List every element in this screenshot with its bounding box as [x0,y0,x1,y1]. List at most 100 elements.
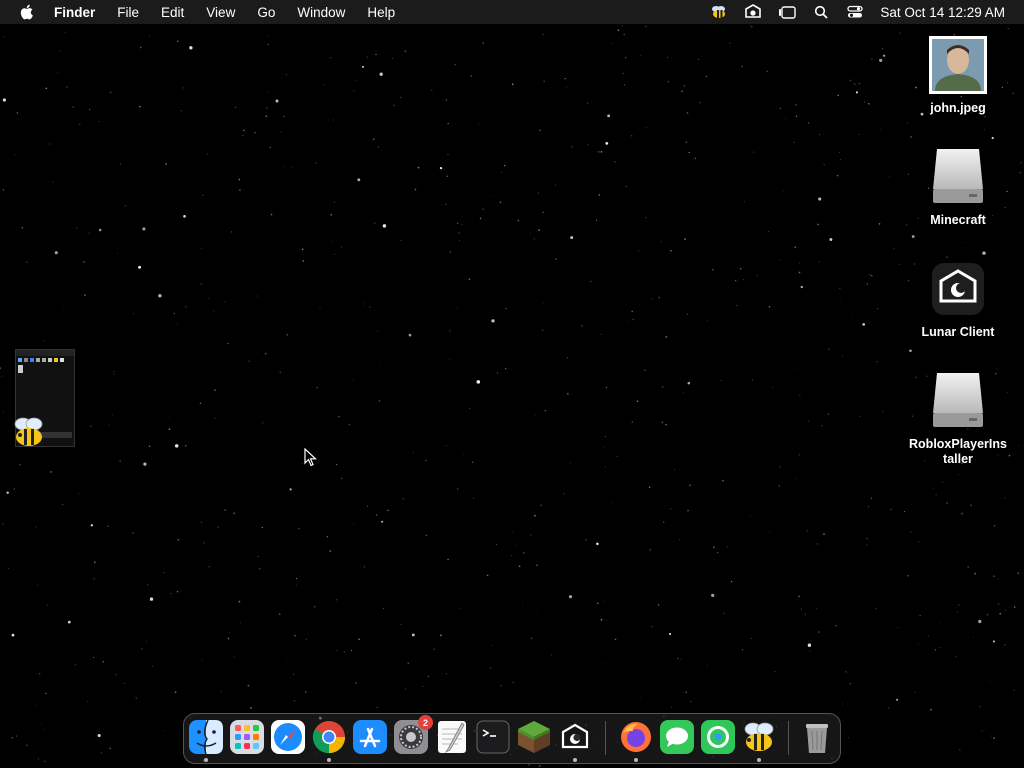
star [124,682,125,684]
textedit-icon [438,721,466,754]
dock-terminal[interactable] [475,719,511,755]
star [319,307,321,310]
star [404,50,407,53]
dock-textedit[interactable] [434,719,470,755]
control-center-icon[interactable] [846,4,864,20]
star [176,591,179,593]
star [285,657,287,659]
star [879,58,883,62]
menubar-clock[interactable]: Sat Oct 14 12:29 AM [880,5,1005,20]
star [1020,162,1022,164]
spotlight-search-icon[interactable] [812,4,830,20]
screenshot-thumbnail[interactable] [14,349,75,447]
star [112,414,114,416]
dock-firefox[interactable] [618,719,654,762]
star [208,566,210,568]
star [145,640,147,642]
star [631,310,633,313]
star [2,523,4,525]
star [729,42,731,44]
star [749,25,751,26]
star [970,504,972,506]
star [224,301,226,303]
star [1012,92,1015,95]
dock-bee[interactable] [741,719,777,762]
menu-edit[interactable]: Edit [161,5,184,20]
star [138,265,142,269]
star [491,319,495,323]
menu-file[interactable]: File [117,5,139,20]
dock-system-settings[interactable]: 2 [393,715,433,755]
star [334,253,336,255]
star [456,308,458,310]
star [119,163,122,165]
star [534,514,536,517]
menu-window[interactable]: Window [297,5,345,20]
star [972,636,974,639]
star [447,558,449,561]
dock-chrome[interactable] [311,719,347,762]
apple-icon[interactable] [19,4,34,20]
star [726,546,728,548]
desktop-icon-minecraft[interactable]: Minecraft [908,147,1008,228]
star [917,644,919,645]
messages-icon [660,720,694,754]
star [2,98,7,102]
dock-lunar-client[interactable] [557,719,593,762]
menu-go[interactable]: Go [257,5,275,20]
star [59,50,61,52]
dock-messages[interactable] [659,719,695,755]
star [967,566,969,568]
star [722,479,724,482]
star [11,737,14,739]
star [66,86,68,88]
menu-view[interactable]: View [206,5,235,20]
lunar-client-icon[interactable] [744,4,762,20]
dock-finder[interactable] [188,719,224,762]
star [505,307,507,310]
dock-app-store[interactable] [352,719,388,755]
star [914,691,916,694]
star [43,760,46,763]
dock-minecraft[interactable] [516,719,552,755]
star [823,164,825,166]
star [706,320,709,322]
dock-trash[interactable] [799,719,835,755]
star [942,482,944,483]
star [482,42,485,44]
menu-help[interactable]: Help [367,5,395,20]
star [992,640,995,643]
dock-find-my[interactable] [700,719,736,755]
bee-icon[interactable] [710,4,728,20]
desktop-icon-lunar-client[interactable]: Lunar Client [908,259,1008,340]
star [614,161,616,163]
star [213,310,215,312]
app-menu-finder[interactable]: Finder [54,5,95,20]
star [798,271,801,274]
star [882,54,886,57]
desktop-icon-john-jpeg[interactable]: john.jpeg [908,35,1008,116]
star [911,235,915,238]
star [807,420,810,423]
star [768,306,771,308]
star [743,279,744,280]
desktop-icon-roblox-installer[interactable]: RobloxPlayerInstaller [908,371,1008,467]
dock-safari[interactable] [270,719,306,755]
star [291,166,293,168]
star [220,690,222,692]
star [7,567,10,570]
bee-icon [14,417,43,446]
star [529,232,531,234]
chrome-icon [312,721,346,754]
star [207,153,209,155]
dock-launchpad[interactable] [229,719,265,755]
star [353,523,355,526]
star [458,240,460,242]
stage-manager-icon[interactable] [778,4,797,20]
star [671,706,672,708]
desktop-icon-label: Lunar Client [921,325,995,339]
star [353,90,355,92]
star [266,35,268,37]
star [721,528,723,530]
star [457,488,459,490]
